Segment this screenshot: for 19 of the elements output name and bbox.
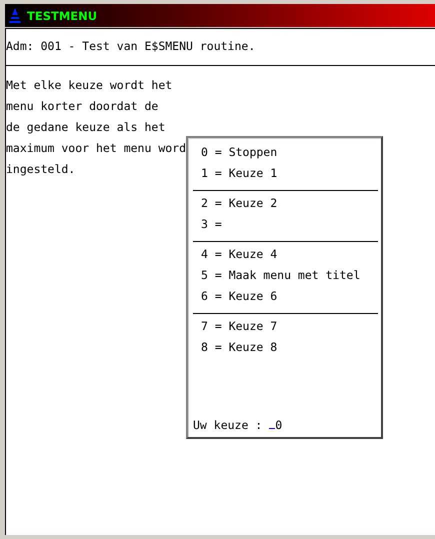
- body-text-line: maximum voor het menu word: [6, 140, 186, 157]
- prompt-label: Uw keuze :: [193, 418, 262, 432]
- menu-item[interactable]: 6 = Keuze 6: [193, 286, 378, 307]
- window-title: TESTMENU: [27, 8, 98, 22]
- menu-item[interactable]: 3 =: [193, 214, 378, 235]
- body-text-line: ingesteld.: [6, 161, 76, 178]
- body-text-line: Met elke keuze wordt het: [6, 77, 174, 94]
- menu-item[interactable]: 1 = Keuze 1: [193, 163, 378, 184]
- menu-item[interactable]: 2 = Keuze 2: [193, 193, 378, 214]
- menu-item[interactable]: 4 = Keuze 4: [193, 244, 378, 265]
- input-field[interactable]: 0: [269, 418, 282, 432]
- body-text-line: de gedane keuze als het: [6, 119, 166, 136]
- tree-logo-icon: [7, 6, 23, 24]
- menu-item[interactable]: 7 = Keuze 7: [193, 316, 378, 337]
- menu-item[interactable]: 5 = Maak menu met titel: [193, 265, 378, 286]
- menu-item[interactable]: 8 = Keuze 8: [193, 337, 378, 358]
- header-text: Adm: 001 - Test van E$SMENU routine.: [6, 29, 435, 66]
- menu-item[interactable]: 0 = Stoppen: [193, 142, 378, 163]
- body-text-line: menu korter doordat de: [6, 98, 160, 115]
